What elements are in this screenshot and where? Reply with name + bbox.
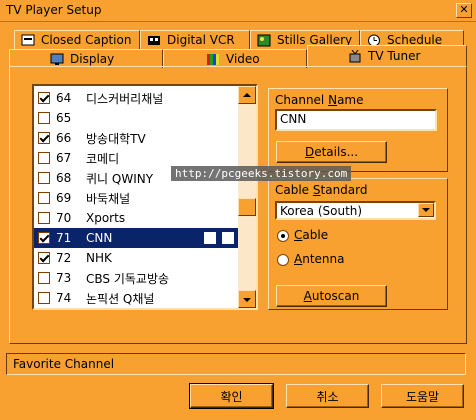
channel-checkbox[interactable] <box>38 232 50 244</box>
scroll-up-button[interactable] <box>238 86 256 104</box>
channel-checkbox[interactable] <box>38 172 50 184</box>
channel-checkbox[interactable] <box>38 132 50 144</box>
watermark-text: http://pcgeeks.tistory.com <box>171 166 352 181</box>
channel-name: 논픽션 Q채널 <box>86 291 155 306</box>
channel-number: 74 <box>56 291 72 305</box>
cable-standard-label: Cable Standard <box>275 183 368 197</box>
channel-number: 68 <box>56 171 72 185</box>
channel-name: 바둑채널 <box>86 191 131 206</box>
channel-row[interactable]: 64 디스커버리채널 <box>34 88 240 108</box>
close-icon: ✕ <box>459 3 469 16</box>
channel-list-scrollbar[interactable] <box>238 86 256 308</box>
cable-standard-value: Korea (South) <box>280 204 363 218</box>
channel-number: 70 <box>56 211 72 225</box>
close-button[interactable]: ✕ <box>456 3 472 18</box>
title-bar[interactable]: TV Player Setup ✕ <box>0 0 476 22</box>
tab-label: Video <box>226 52 260 66</box>
channel-checkbox[interactable] <box>38 212 50 224</box>
channel-name: 디스커버리채널 <box>86 91 164 106</box>
scroll-thumb[interactable] <box>238 198 256 216</box>
display-icon <box>50 53 64 66</box>
tab-label: Digital VCR <box>167 33 235 47</box>
channel-number: 73 <box>56 271 72 285</box>
channel-number: 69 <box>56 191 72 205</box>
channel-row[interactable]: 65 <box>34 108 240 128</box>
scroll-down-button[interactable] <box>238 290 256 308</box>
channel-row[interactable]: 67 코메디 <box>34 148 240 168</box>
cable-radio[interactable] <box>277 230 289 242</box>
status-bar: Favorite Channel <box>6 353 466 375</box>
tab-digital-vcr[interactable]: Digital VCR <box>140 30 250 49</box>
channel-name: Xports <box>86 211 126 225</box>
channel-checkbox[interactable] <box>38 152 50 164</box>
antenna-radio-label[interactable]: Antenna <box>294 252 344 266</box>
channel-name: CNN <box>86 231 113 245</box>
channel-name: NHK <box>86 251 112 265</box>
channel-row[interactable]: 70 Xports <box>34 208 240 228</box>
tab-label: TV Tuner <box>368 49 421 63</box>
channel-name-input[interactable]: CNN <box>275 109 437 131</box>
channel-row[interactable]: 74 논픽션 Q채널 <box>34 288 240 308</box>
details-button[interactable]: Details... <box>276 141 387 163</box>
video-icon <box>206 53 220 66</box>
cable-standard-select[interactable]: Korea (South) <box>275 201 436 220</box>
favorite-marker-icon <box>204 232 216 244</box>
channel-checkbox[interactable] <box>38 112 50 124</box>
channel-row-selected[interactable]: 71 CNN <box>34 228 240 248</box>
cancel-button[interactable]: 취소 <box>286 384 369 408</box>
chevron-down-icon[interactable] <box>418 203 434 217</box>
window-title: TV Player Setup <box>6 3 102 17</box>
closed-caption-icon <box>21 34 35 47</box>
channel-checkbox[interactable] <box>38 252 50 264</box>
tab-tv-tuner[interactable]: TV Tuner <box>307 45 467 66</box>
cable-radio-label[interactable]: Cable <box>294 228 328 242</box>
arrow-down-icon <box>243 298 251 302</box>
channel-checkbox[interactable] <box>38 192 50 204</box>
channel-number: 66 <box>56 131 72 145</box>
tv-tuner-icon <box>348 49 362 63</box>
channel-number: 65 <box>56 111 72 125</box>
tab-label: Display <box>70 52 115 66</box>
channel-name: CBS 기독교방송 <box>86 271 170 286</box>
channel-row[interactable]: 72 NHK <box>34 248 240 268</box>
channel-number: 72 <box>56 251 72 265</box>
channel-name: 방송대학TV <box>86 131 146 146</box>
help-button[interactable]: 도움말 <box>381 384 464 408</box>
channel-checkbox[interactable] <box>38 272 50 284</box>
favorite-marker-icon <box>222 232 234 244</box>
antenna-radio[interactable] <box>277 254 289 266</box>
channel-checkbox[interactable] <box>38 292 50 304</box>
ok-button[interactable]: 확인 <box>189 383 274 409</box>
stills-gallery-icon <box>257 34 271 47</box>
channel-number: 64 <box>56 91 72 105</box>
autoscan-button[interactable]: Autoscan <box>276 285 387 307</box>
channel-name-label: Channel Name <box>275 93 364 107</box>
channel-checkbox[interactable] <box>38 92 50 104</box>
digital-vcr-icon <box>147 34 161 47</box>
tab-label: Closed Caption <box>41 33 132 47</box>
channel-number: 71 <box>56 231 72 245</box>
status-text: Favorite Channel <box>13 357 115 371</box>
tab-closed-caption[interactable]: Closed Caption <box>14 30 140 49</box>
channel-row[interactable]: 69 바둑채널 <box>34 188 240 208</box>
channel-list[interactable]: 64 디스커버리채널 65 66 방송대학TV 67 코메디 68 퀴니 QWI… <box>32 84 258 310</box>
channel-row[interactable]: 73 CBS 기독교방송 <box>34 268 240 288</box>
arrow-up-icon <box>243 93 251 97</box>
channel-name: 코메디 <box>86 151 120 166</box>
channel-number: 67 <box>56 151 72 165</box>
channel-row[interactable]: 66 방송대학TV <box>34 128 240 148</box>
